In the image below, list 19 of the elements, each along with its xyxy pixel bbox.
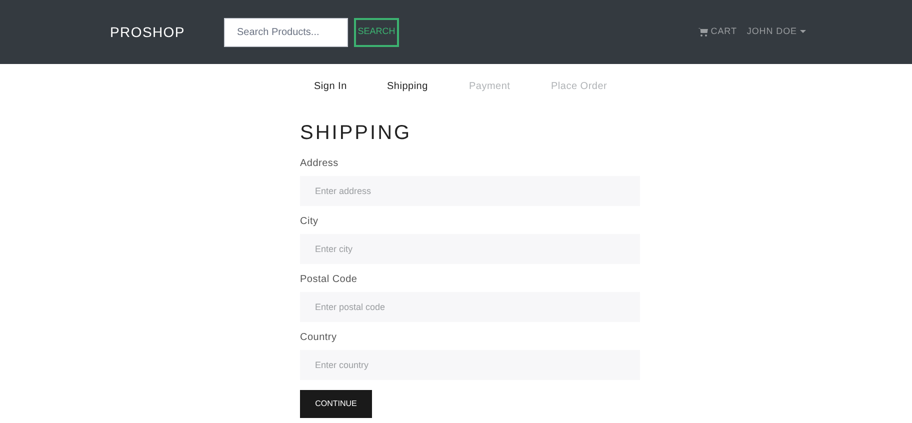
continue-button[interactable]: CONTINUE: [300, 390, 372, 418]
cart-icon: [698, 28, 708, 36]
brand-logo[interactable]: PROSHOP: [110, 22, 224, 42]
field-label: Postal Code: [300, 274, 358, 286]
input-field[interactable]: Enter city: [300, 234, 640, 264]
step-link[interactable]: Shipping: [387, 79, 469, 94]
cart-link[interactable]: CART: [698, 25, 737, 39]
field-label: Address: [300, 158, 340, 170]
search-field[interactable]: Search Products...: [224, 18, 348, 46]
input-field[interactable]: Enter address: [300, 176, 640, 206]
input-field[interactable]: Enter country: [300, 350, 640, 380]
user-menu[interactable]: JOHN DOE: [746, 25, 806, 39]
search-button[interactable]: SEARCH: [354, 18, 399, 46]
field-label: City: [300, 216, 320, 228]
page-title: SHIPPING: [300, 121, 413, 146]
input-field[interactable]: Enter postal code: [300, 292, 640, 322]
field-label: Country: [300, 332, 338, 344]
caret-icon: [800, 30, 806, 34]
step-link[interactable]: Sign In: [314, 79, 387, 94]
